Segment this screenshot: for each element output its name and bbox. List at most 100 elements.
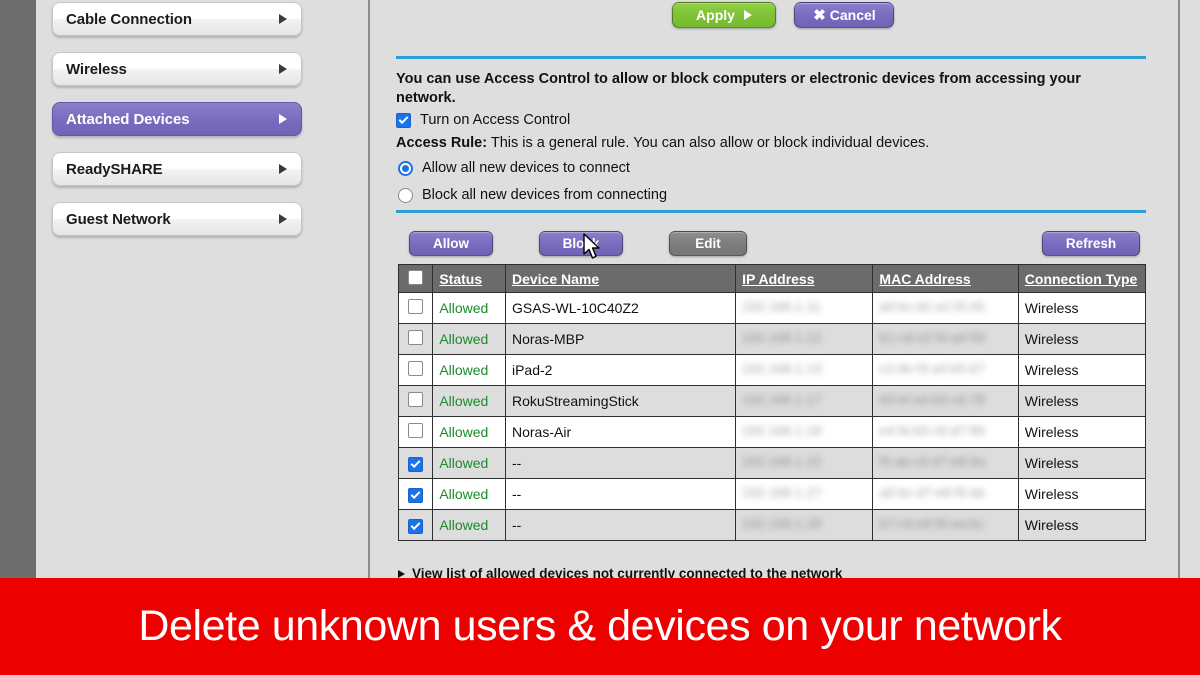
row-select-checkbox[interactable] bbox=[408, 488, 424, 503]
select-all-checkbox[interactable] bbox=[408, 269, 424, 285]
row-select-cell[interactable] bbox=[397, 478, 434, 510]
radio-row-allow-all[interactable]: Allow all new devices to connect bbox=[398, 160, 630, 176]
radio-dot-icon bbox=[402, 164, 409, 172]
row-select-cell[interactable] bbox=[397, 323, 434, 355]
row-select-checkbox[interactable] bbox=[408, 361, 424, 376]
allow-button[interactable]: Allow bbox=[409, 231, 493, 256]
cell-ip-address: 192.168.1.12 bbox=[735, 323, 874, 355]
caption-text: Delete unknown users & devices on your n… bbox=[138, 602, 1062, 650]
row-select-cell[interactable] bbox=[397, 416, 434, 448]
column-header-status[interactable]: Status bbox=[432, 264, 506, 293]
cell-ip-address: 192.168.1.27 bbox=[735, 478, 874, 510]
sidebar-item-guest-network[interactable]: Guest Network bbox=[52, 202, 302, 236]
cell-ip-address: 192.168.1.18 bbox=[735, 416, 874, 448]
apply-button[interactable]: Apply bbox=[672, 2, 776, 28]
cell-connection-type: Wireless bbox=[1017, 323, 1147, 355]
cell-status: Allowed bbox=[432, 416, 506, 448]
column-header-status-label: Status bbox=[439, 270, 483, 287]
access-rule-description: This is a general rule. You can also all… bbox=[487, 135, 930, 151]
column-header-connection-type-label: Connection Type bbox=[1024, 270, 1138, 287]
sidebar-item-wireless[interactable]: Wireless bbox=[52, 52, 302, 86]
row-select-cell[interactable] bbox=[397, 292, 434, 324]
row-select-checkbox[interactable] bbox=[408, 457, 424, 472]
table-row[interactable]: Allowed -- 192.168.1.22 f5:ab:c6:d7:e8:9a Wi… bbox=[397, 447, 1147, 479]
main-content-panel: Apply ✖ Cancel You can use Access Contro… bbox=[372, 0, 1180, 581]
sidebar-item-label: Guest Network bbox=[66, 210, 171, 228]
x-close-icon: ✖ bbox=[813, 6, 826, 24]
cell-mac-address: a6:bc:d7:e8:f9:ab bbox=[872, 478, 1019, 510]
cell-mac-address-blurred-value: e4:fa:b5:c6:d7:89 bbox=[879, 423, 985, 438]
chevron-right-icon bbox=[279, 14, 287, 24]
sidebar: Cable Connection Wireless Attached Devic… bbox=[36, 0, 370, 578]
column-header-ip-address[interactable]: IP Address bbox=[735, 264, 874, 293]
cell-status: Allowed bbox=[432, 385, 506, 417]
cell-status: Allowed bbox=[432, 323, 506, 355]
cell-ip-address-blurred-value: 192.168.1.17 bbox=[742, 392, 822, 407]
sidebar-item-cable-connection[interactable]: Cable Connection bbox=[52, 2, 302, 36]
cell-mac-address: c2:de:f3:a4:b5:67 bbox=[872, 354, 1019, 386]
cell-ip-address-blurred-value: 192.168.1.13 bbox=[742, 361, 822, 376]
sidebar-item-attached-devices[interactable]: Attached Devices bbox=[52, 102, 302, 136]
table-row[interactable]: Allowed GSAS-WL-10C40Z2 192.168.1.11 a0:bc:… bbox=[397, 292, 1147, 324]
cell-connection-type: Wireless bbox=[1017, 447, 1147, 479]
row-select-checkbox[interactable] bbox=[408, 299, 424, 314]
table-row[interactable]: Allowed Noras-MBP 192.168.1.12 b1:cd:e2:f3:… bbox=[397, 323, 1147, 355]
turn-on-access-control-label: Turn on Access Control bbox=[420, 112, 571, 128]
table-row[interactable]: Allowed -- 192.168.1.27 a6:bc:d7:e8:f9:ab Wi… bbox=[397, 478, 1147, 510]
check-mark-icon bbox=[410, 520, 421, 531]
cancel-button[interactable]: ✖ Cancel bbox=[794, 2, 895, 28]
check-mark-icon bbox=[398, 113, 409, 124]
refresh-button[interactable]: Refresh bbox=[1042, 231, 1140, 256]
sidebar-item-label: ReadySHARE bbox=[66, 160, 163, 178]
cell-connection-type: Wireless bbox=[1017, 509, 1147, 541]
cell-mac-address-blurred-value: a0:bc:d1:e2:f3:45 bbox=[879, 299, 985, 314]
cell-connection-type: Wireless bbox=[1017, 385, 1147, 417]
row-select-cell[interactable] bbox=[397, 385, 434, 417]
sidebar-item-label: Cable Connection bbox=[66, 10, 192, 28]
table-row[interactable]: Allowed Noras-Air 192.168.1.18 e4:fa:b5:c6:… bbox=[397, 416, 1147, 448]
cell-device-name: -- bbox=[504, 447, 737, 479]
form-action-bar: Apply ✖ Cancel bbox=[672, 2, 895, 28]
row-select-cell[interactable] bbox=[397, 354, 434, 386]
row-select-checkbox[interactable] bbox=[408, 519, 424, 534]
table-row[interactable]: Allowed -- 192.168.1.28 b7:cd:e8:f9:aa:bc Wi… bbox=[397, 509, 1147, 541]
edit-button[interactable]: Edit bbox=[669, 231, 747, 256]
turn-on-access-control-checkbox[interactable] bbox=[396, 112, 411, 128]
cell-device-name: Noras-Air bbox=[504, 416, 737, 448]
cell-connection-type: Wireless bbox=[1017, 292, 1147, 324]
access-rule-text: Access Rule: This is a general rule. You… bbox=[396, 135, 929, 151]
table-body: Allowed GSAS-WL-10C40Z2 192.168.1.11 a0:bc:… bbox=[397, 292, 1147, 541]
table-row[interactable]: Allowed iPad-2 192.168.1.13 c2:de:f3:a4:b5:… bbox=[397, 354, 1147, 386]
block-button[interactable]: Block bbox=[539, 231, 623, 256]
radio-row-block-all[interactable]: Block all new devices from connecting bbox=[398, 187, 667, 203]
cell-ip-address: 192.168.1.17 bbox=[735, 385, 874, 417]
cell-mac-address: b7:cd:e8:f9:aa:bc bbox=[872, 509, 1019, 541]
row-select-cell[interactable] bbox=[397, 447, 434, 479]
column-header-device-name[interactable]: Device Name bbox=[504, 264, 737, 293]
sidebar-item-readyshare[interactable]: ReadySHARE bbox=[52, 152, 302, 186]
radio-block-all-devices[interactable] bbox=[398, 187, 413, 203]
column-header-mac-address[interactable]: MAC Address bbox=[872, 264, 1019, 293]
chevron-right-icon bbox=[279, 164, 287, 174]
table-row[interactable]: Allowed RokuStreamingStick 192.168.1.17 d3:… bbox=[397, 385, 1147, 417]
turn-on-access-control-row[interactable]: Turn on Access Control bbox=[396, 112, 570, 128]
cell-ip-address-blurred-value: 192.168.1.28 bbox=[742, 516, 822, 531]
screen-root: Cable Connection Wireless Attached Devic… bbox=[0, 0, 1200, 675]
cell-status: Allowed bbox=[432, 447, 506, 479]
row-select-cell[interactable] bbox=[397, 509, 434, 541]
row-select-checkbox[interactable] bbox=[408, 330, 424, 345]
column-header-connection-type[interactable]: Connection Type bbox=[1017, 264, 1147, 293]
cell-ip-address-blurred-value: 192.168.1.18 bbox=[742, 423, 822, 438]
intro-text: You can use Access Control to allow or b… bbox=[396, 71, 1081, 107]
cell-status: Allowed bbox=[432, 354, 506, 386]
radio-allow-all-devices[interactable] bbox=[398, 160, 413, 176]
cell-status: Allowed bbox=[432, 478, 506, 510]
column-header-mac-address-label: MAC Address bbox=[879, 270, 971, 287]
select-all-header[interactable] bbox=[397, 264, 434, 293]
cell-mac-address: e4:fa:b5:c6:d7:89 bbox=[872, 416, 1019, 448]
row-select-checkbox[interactable] bbox=[408, 423, 424, 438]
row-select-checkbox[interactable] bbox=[408, 392, 424, 407]
check-mark-icon bbox=[410, 458, 421, 469]
cell-mac-address: a0:bc:d1:e2:f3:45 bbox=[872, 292, 1019, 324]
table-header-row: Status Device Name IP Address MAC Addres… bbox=[397, 264, 1147, 293]
